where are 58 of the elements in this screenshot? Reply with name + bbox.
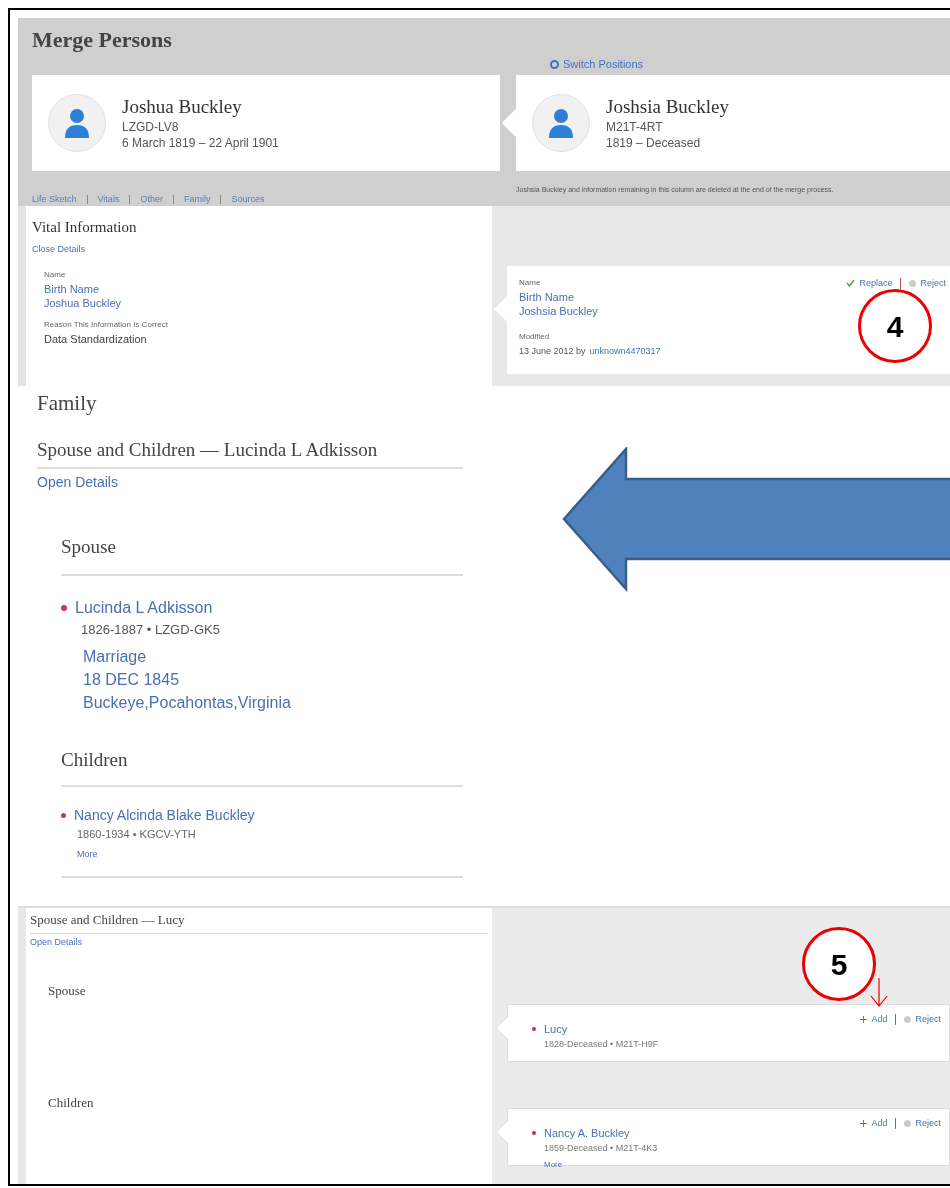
- action-link[interactable]: Add: [871, 1013, 888, 1027]
- bullet-icon: [61, 812, 66, 818]
- member-name[interactable]: Nancy A. Buckley: [544, 1125, 630, 1142]
- subsection-heading: Spouse: [61, 533, 463, 576]
- person-name: Joshua Buckley: [122, 95, 243, 119]
- spouse-name[interactable]: Lucinda L Adkisson: [75, 595, 213, 620]
- more-link[interactable]: More: [77, 848, 98, 862]
- field-label: Name: [44, 269, 67, 281]
- section-heading: Vital Information: [32, 218, 138, 237]
- member-name[interactable]: Lucy: [544, 1021, 568, 1038]
- more-link[interactable]: More: [544, 1159, 941, 1171]
- check-icon: [846, 279, 856, 287]
- bullet-icon: [532, 1027, 536, 1032]
- pointer-arrow: [868, 978, 890, 1008]
- subsection-heading: Children: [48, 1093, 95, 1112]
- user-link[interactable]: unknown4470317: [589, 344, 661, 358]
- action-link[interactable]: Reject: [915, 1013, 941, 1027]
- spouse-info: 1826-1887 • LZGD-GK5: [81, 620, 221, 639]
- action-link[interactable]: Reject: [915, 1117, 941, 1131]
- field-label: Name: [519, 277, 541, 289]
- swap-icon: [550, 59, 559, 69]
- child-name[interactable]: Nancy Alcinda Blake Buckley: [74, 804, 255, 826]
- open-details-link[interactable]: Open Details: [37, 472, 118, 493]
- switch-positions-link[interactable]: Switch Positions: [550, 56, 644, 73]
- bullet-icon: [61, 604, 67, 611]
- event-type: Marriage: [83, 647, 148, 667]
- field-label: Reason This Information Is Correct: [44, 319, 169, 331]
- reason-value: Data Standardization: [44, 332, 148, 346]
- modified-date: 13 June 2012 by: [519, 345, 586, 358]
- person-id: LZGD-LV8: [122, 119, 180, 135]
- action-link[interactable]: Add: [871, 1117, 888, 1131]
- subsection-heading: Spouse: [48, 982, 87, 1000]
- name-value: Joshsia Buckley: [519, 304, 598, 318]
- close-details-link[interactable]: Close Details: [32, 242, 492, 256]
- group-heading: Spouse and Children — Lucinda L Adkisson: [37, 435, 463, 469]
- field-label: Modified: [519, 331, 550, 343]
- plus-icon: [860, 1120, 868, 1128]
- action-link[interactable]: Reject: [920, 276, 946, 290]
- bullet-icon: [532, 1131, 536, 1136]
- member-info: 1859-Deceased • M21T-4K3: [544, 1141, 659, 1155]
- plus-icon: [860, 1016, 868, 1024]
- name-type: Birth Name: [519, 290, 575, 304]
- page-title: Merge Persons: [32, 28, 173, 52]
- subsection-heading: Children: [61, 746, 463, 787]
- person-dates: 6 March 1819 – 22 April 1901: [122, 135, 279, 151]
- event-place: Buckeye,Pocahontas,Virginia: [83, 693, 292, 713]
- open-details-link[interactable]: Open Details: [30, 935, 83, 949]
- child-info: 1860-1934 • KGCV-YTH: [77, 826, 197, 842]
- person-id: M21T-4RT: [606, 119, 664, 135]
- member-info: 1828-Deceased • M21T-H9F: [544, 1037, 660, 1051]
- person-dates: 1819 – Deceased: [606, 135, 702, 151]
- name-type: Birth Name: [44, 282, 101, 296]
- section-heading: Family: [37, 390, 98, 417]
- event-date: 18 DEC 1845: [83, 670, 181, 690]
- person-name: Joshsia Buckley: [606, 95, 729, 119]
- name-value: Joshua Buckley: [44, 296, 123, 310]
- action-link[interactable]: Replace: [859, 276, 893, 290]
- group-heading: Spouse and Children — Lucy: [30, 910, 488, 934]
